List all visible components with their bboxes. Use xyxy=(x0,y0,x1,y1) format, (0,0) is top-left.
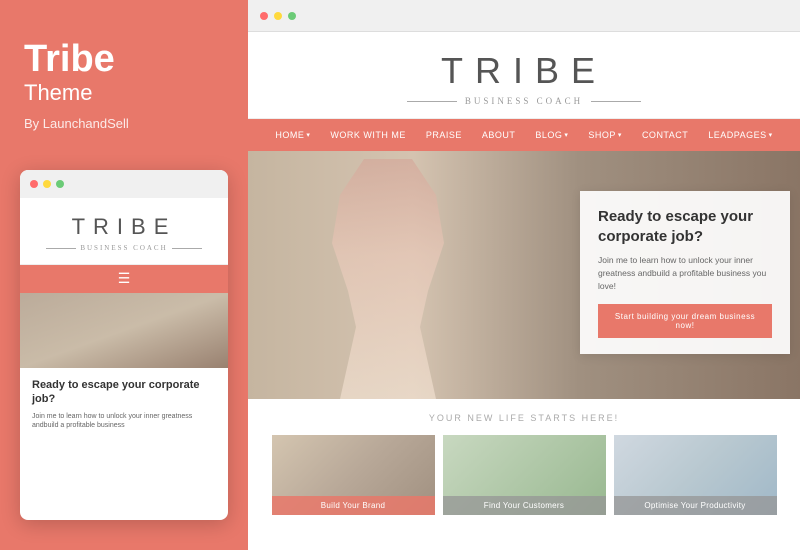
desktop-logo: TRIBE xyxy=(441,50,607,92)
mobile-preview: TRIBE BUSINESS COACH ☰ Ready to escape y… xyxy=(20,170,228,520)
desktop-hero: Ready to escape your corporate job? Join… xyxy=(248,151,800,399)
dline-left xyxy=(407,101,457,102)
mobile-text-area: Ready to escape your corporate job? Join… xyxy=(20,368,228,441)
dline-right xyxy=(591,101,641,102)
left-panel: Tribe Theme By LaunchandSell TRIBE BUSIN… xyxy=(0,0,248,550)
mobile-logo-area: TRIBE BUSINESS COACH xyxy=(20,198,228,265)
nav-work[interactable]: WORK WITH ME xyxy=(320,130,416,140)
hero-cta-button[interactable]: Start building your dream business now! xyxy=(598,304,772,338)
mobile-menu-bar[interactable]: ☰ xyxy=(20,265,228,293)
desktop-dot-green xyxy=(288,12,296,20)
nav-blog[interactable]: BLOG ▾ xyxy=(525,130,578,140)
mobile-body: Join me to learn how to unlock your inne… xyxy=(32,412,216,432)
mobile-sub: BUSINESS COACH xyxy=(80,244,167,252)
card-1-label: Build Your Brand xyxy=(272,496,435,515)
nav-about[interactable]: ABOUT xyxy=(472,130,526,140)
mobile-hero-image xyxy=(20,293,228,368)
mobile-hero-bg xyxy=(20,293,228,368)
card-2-label: Find Your Customers xyxy=(443,496,606,515)
theme-title: Tribe xyxy=(24,40,224,78)
desktop-preview: TRIBE BUSINESS COACH HOME ▾ WORK WITH ME… xyxy=(248,0,800,550)
card-2: Find Your Customers xyxy=(443,435,606,515)
theme-subtitle: Theme xyxy=(24,80,224,106)
dot-red xyxy=(30,180,38,188)
desktop-sub: BUSINESS COACH xyxy=(465,96,583,106)
mobile-logo-divider: BUSINESS COACH xyxy=(40,244,208,252)
nav-leadpages[interactable]: LEADPAGES ▾ xyxy=(698,130,782,140)
card-3-label: Optimise Your Productivity xyxy=(614,496,777,515)
theme-by: By LaunchandSell xyxy=(24,116,224,131)
dot-green xyxy=(56,180,64,188)
desktop-nav: HOME ▾ WORK WITH ME PRAISE ABOUT BLOG ▾ … xyxy=(248,119,800,151)
card-3: Optimise Your Productivity xyxy=(614,435,777,515)
chevron-down-icon: ▾ xyxy=(564,131,568,139)
nav-shop[interactable]: SHOP ▾ xyxy=(578,130,632,140)
mobile-content: TRIBE BUSINESS COACH ☰ Ready to escape y… xyxy=(20,198,228,441)
nav-contact[interactable]: CONTACT xyxy=(632,130,698,140)
card-1: Build Your Brand xyxy=(272,435,435,515)
hero-description: Join me to learn how to unlock your inne… xyxy=(598,254,772,292)
mobile-heading: Ready to escape your corporate job? xyxy=(32,378,216,407)
desktop-dot-red xyxy=(260,12,268,20)
divider-line-right xyxy=(172,248,202,249)
desktop-browser-bar xyxy=(248,0,800,32)
hero-person xyxy=(308,159,468,399)
chevron-down-icon: ▾ xyxy=(769,131,773,139)
dot-yellow xyxy=(43,180,51,188)
hero-figure xyxy=(308,159,468,399)
desktop-section: YOUR NEW LIFE STARTS HERE! Build Your Br… xyxy=(248,399,800,525)
section-subtitle: YOUR NEW LIFE STARTS HERE! xyxy=(248,413,800,423)
mobile-logo: TRIBE xyxy=(40,214,208,240)
nav-praise[interactable]: PRAISE xyxy=(416,130,472,140)
divider-line-left xyxy=(46,248,76,249)
nav-home[interactable]: HOME ▾ xyxy=(265,130,320,140)
hero-title: Ready to escape your corporate job? xyxy=(598,207,772,246)
chevron-down-icon: ▾ xyxy=(618,131,622,139)
cards-row: Build Your Brand Find Your Customers Opt… xyxy=(248,435,800,515)
mobile-browser-bar xyxy=(20,170,228,198)
desktop-header: TRIBE BUSINESS COACH xyxy=(248,32,800,119)
hero-overlay: Ready to escape your corporate job? Join… xyxy=(580,191,790,354)
hamburger-icon: ☰ xyxy=(118,271,131,288)
chevron-down-icon: ▾ xyxy=(306,131,310,139)
desktop-dot-yellow xyxy=(274,12,282,20)
desktop-logo-divider: BUSINESS COACH xyxy=(248,96,800,106)
